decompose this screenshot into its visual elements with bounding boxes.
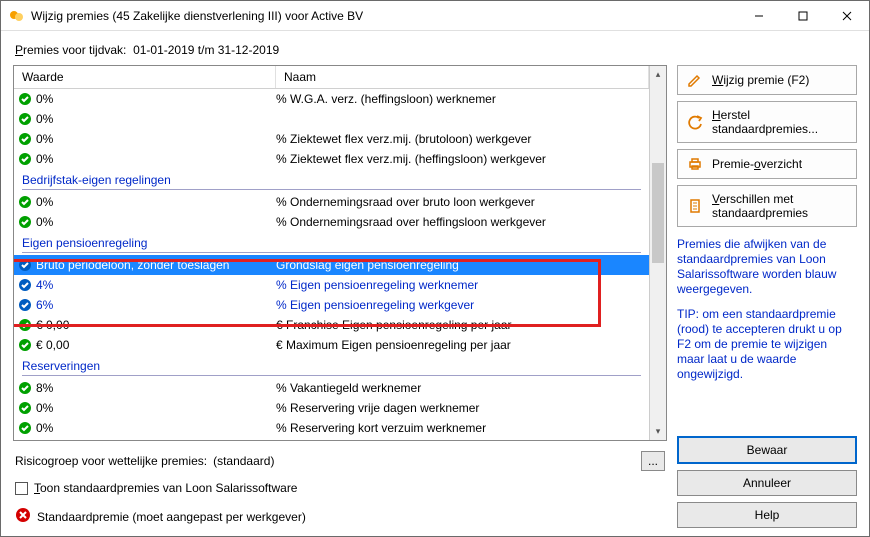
scroll-up-icon[interactable]: ▴ [650,66,666,83]
list-row[interactable]: 0% [14,109,649,129]
legend-standaardpremie: Standaardpremie (moet aangepast per werk… [15,507,665,526]
save-button[interactable]: Bewaar [677,436,857,464]
check-icon [18,112,32,126]
list-row[interactable]: 0% % Ziektewet flex verz.mij. (heffingsl… [14,149,649,169]
scrollbar[interactable]: ▴ ▾ [649,66,666,440]
differences-button[interactable]: Verschillen met standaardpremies [677,185,857,227]
minimize-button[interactable] [737,1,781,31]
riskgroup-value: (standaard) [213,454,274,468]
list-row[interactable]: 4% % Eigen pensioenregeling werknemer [14,275,649,295]
window-title: Wijzig premies (45 Zakelijke dienstverle… [31,9,737,23]
list-row[interactable]: 8% % Vakantiegeld werknemer [14,378,649,398]
check-icon [18,381,32,395]
check-icon [18,401,32,415]
riskgroup-browse-button[interactable]: ... [641,451,665,471]
cancel-button[interactable]: Annuleer [677,470,857,496]
check-icon [18,421,32,435]
restore-defaults-button[interactable]: Herstel standaardpremies... [677,101,857,143]
premie-list: Waarde Naam 0% % W.G.A. verz. (heffingsl… [13,65,667,441]
col-waarde[interactable]: Waarde [14,66,276,88]
error-icon [15,507,31,526]
list-row[interactable]: 6% % Eigen pensioenregeling werkgever [14,295,649,315]
list-row[interactable]: 0% % Reservering kort verzuim werknemer [14,418,649,438]
app-icon [9,8,25,24]
check-icon [18,258,32,272]
check-icon [18,338,32,352]
list-row[interactable]: 0% % Ondernemingsraad over bruto loon we… [14,192,649,212]
show-defaults-checkbox[interactable]: Toon standaardpremies van Loon Salarisso… [15,481,665,495]
riskgroup-label: Risicogroep voor wettelijke premies: [15,454,207,468]
period-label: Premies voor tijdvak: 01-01-2019 t/m 31-… [15,43,857,57]
check-icon [18,195,32,209]
scroll-thumb[interactable] [652,163,664,263]
scroll-down-icon[interactable]: ▾ [650,423,666,440]
info-note-tip: TIP: om een standaardpremie (rood) te ac… [677,307,857,382]
list-row-selected[interactable]: Bruto periodeloon, zonder toeslagen Gron… [14,255,649,275]
list-row[interactable]: € 0,00 € Maximum Eigen pensioenregeling … [14,335,649,355]
group-header: Reserveringen [14,355,649,378]
list-row[interactable]: 0% % W.G.A. verz. (heffingsloon) werknem… [14,89,649,109]
check-icon [18,278,32,292]
group-header: Bedrijfstak-eigen regelingen [14,169,649,192]
premie-overview-button[interactable]: Premie-overzicht [677,149,857,179]
check-icon [18,318,32,332]
list-row[interactable]: € 0,00 € Franchise Eigen pensioenregelin… [14,315,649,335]
edit-premie-button[interactable]: Wijzig premie (F2) [677,65,857,95]
list-row[interactable]: 0% % Ondernemingsraad over heffingsloon … [14,212,649,232]
info-note-blue: Premies die afwijken van de standaardpre… [677,237,857,297]
col-naam[interactable]: Naam [276,66,649,88]
list-row[interactable]: 0% % Ziektewet flex verz.mij. (brutoloon… [14,129,649,149]
help-button[interactable]: Help [677,502,857,528]
check-icon [18,215,32,229]
titlebar: Wijzig premies (45 Zakelijke dienstverle… [1,1,869,31]
group-header: Eigen pensioenregeling [14,232,649,255]
close-button[interactable] [825,1,869,31]
document-icon [686,198,704,214]
check-icon [18,152,32,166]
window: Wijzig premies (45 Zakelijke dienstverle… [0,0,870,537]
pencil-icon [686,72,704,88]
maximize-button[interactable] [781,1,825,31]
checkbox-icon [15,482,28,495]
print-icon [686,156,704,172]
undo-icon [686,114,704,130]
check-icon [18,132,32,146]
list-headers: Waarde Naam [14,66,649,89]
list-row[interactable]: 0% % Reservering vrije dagen werknemer [14,398,649,418]
check-icon [18,92,32,106]
check-icon [18,298,32,312]
